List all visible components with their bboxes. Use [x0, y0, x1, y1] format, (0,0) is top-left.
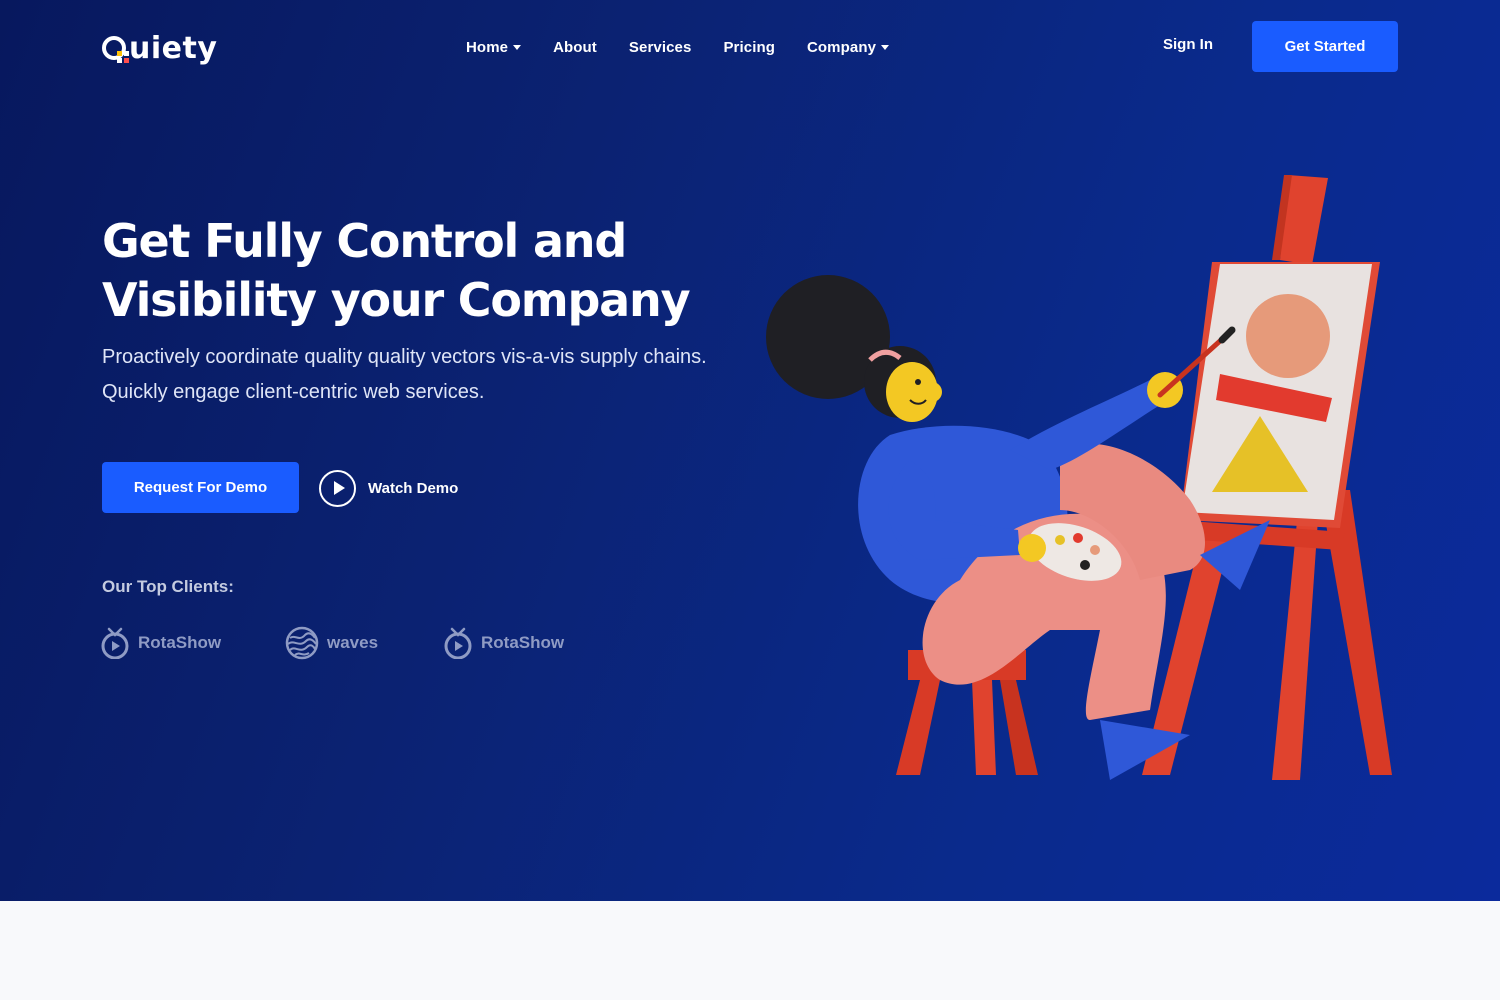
brand-name: uiety — [129, 30, 218, 66]
artist-painting-easel-illustration — [766, 175, 1392, 780]
nav-item-home[interactable]: Home — [466, 38, 522, 56]
nav-item-company[interactable]: Company — [806, 38, 890, 56]
nav-label: Services — [628, 38, 692, 56]
watch-demo-label: Watch Demo — [368, 479, 459, 497]
client-name: RotaShow — [481, 633, 565, 652]
brand-logo[interactable]: uiety — [102, 28, 217, 68]
nav-item-services[interactable]: Services — [629, 39, 692, 56]
get-started-button[interactable]: Get Started — [1252, 21, 1398, 72]
nav-item-pricing[interactable]: Pricing — [723, 39, 775, 56]
hero-headline: Get Fully Control and Visibility your Co… — [102, 212, 782, 330]
subtext-line-2: Quickly engage client-centric web servic… — [102, 381, 485, 403]
tv-icon — [444, 627, 472, 659]
nav-label: About — [553, 38, 597, 56]
nav-item-about[interactable]: About — [553, 39, 597, 56]
nav-label: Pricing — [723, 38, 775, 56]
client-logo: RotaShow — [443, 627, 628, 659]
main-nav: Home About Services Pricing Company — [466, 36, 921, 58]
headline-line-1: Get Fully Control and — [102, 214, 627, 268]
client-logo: RotaShow — [100, 627, 285, 659]
headline-line-2: Visibility your Company — [102, 273, 691, 327]
caret-down-icon — [881, 45, 890, 50]
nav-label: Home — [466, 38, 509, 56]
logo-q-icon — [102, 34, 129, 63]
client-name: RotaShow — [138, 633, 222, 652]
clients-title: Our Top Clients: — [102, 577, 234, 596]
tv-icon — [101, 627, 129, 659]
play-icon — [319, 469, 356, 507]
caret-down-icon — [513, 45, 522, 50]
sign-in-link[interactable]: Sign In — [1163, 36, 1213, 53]
hero-section: uiety Home About Services Pricing Compan… — [0, 0, 1500, 901]
watch-demo-button[interactable]: Watch Demo — [319, 469, 458, 507]
client-logos: RotaShow waves RotaShow — [100, 626, 628, 660]
client-name: waves — [327, 633, 379, 652]
nav-label: Company — [806, 38, 877, 56]
subtext-line-1: Proactively coordinate quality quality v… — [102, 346, 707, 368]
request-demo-button[interactable]: Request For Demo — [102, 462, 299, 513]
client-logo: waves — [285, 626, 443, 660]
hero-subtext: Proactively coordinate quality quality v… — [102, 340, 762, 410]
waves-globe-icon — [285, 626, 319, 660]
